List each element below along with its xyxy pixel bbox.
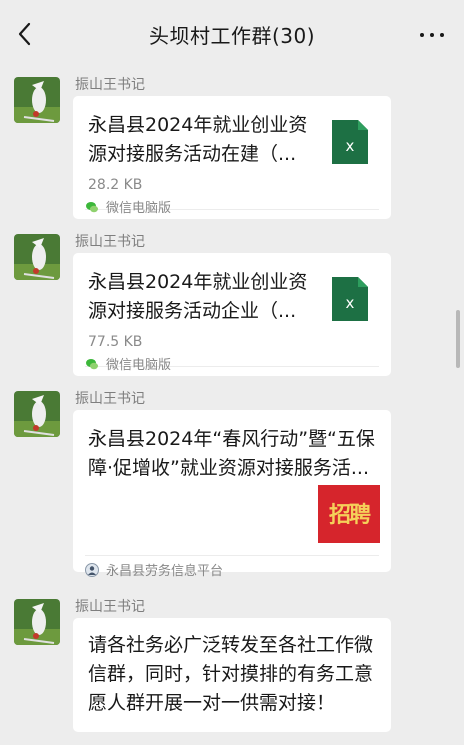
svg-text:x: x (346, 294, 355, 312)
platform-avatar-icon (85, 562, 99, 577)
message-text-line: 愿人群开展一对一供需对接！ (88, 692, 336, 714)
excel-icon: x (332, 277, 368, 321)
sender-name: 振山王书记 (75, 234, 145, 250)
article-title: 永昌县2024年“春风行动”暨“五保 障·促增收”就业资源对接服务活... (88, 425, 375, 483)
source-label: 永昌县劳务信息平台 (106, 564, 224, 579)
file-size: 28.2 KB (88, 177, 143, 193)
chat-title[interactable]: 头坝村工作群(30) (0, 20, 464, 49)
card-source: 永昌县劳务信息平台 (85, 560, 223, 579)
card-source: 微信电脑版 (85, 354, 171, 373)
article-title-line: 障·促增收”就业资源对接服务活... (88, 457, 370, 479)
file-title-line: 源对接服务活动在建（... (88, 143, 297, 165)
avatar[interactable] (14, 234, 60, 280)
file-title-line: 源对接服务活动企业（... (88, 300, 297, 322)
article-thumbnail: 招聘 (318, 485, 380, 543)
avatar[interactable] (14, 599, 60, 645)
file-title-line: 永昌县2024年就业创业资 (88, 114, 308, 136)
file-title: 永昌县2024年就业创业资 源对接服务活动企业（... (88, 268, 307, 326)
wechat-icon (86, 358, 98, 369)
avatar[interactable] (14, 391, 60, 437)
source-label: 微信电脑版 (106, 358, 172, 373)
source-label: 微信电脑版 (106, 201, 172, 216)
text-bubble[interactable]: 请各社务必广泛转发至各社工作微 信群，同时，针对摸排的有务工意 愿人群开展一对一… (73, 618, 391, 732)
wechat-icon (86, 201, 98, 212)
scrollbar[interactable] (456, 310, 460, 368)
sender-name: 振山王书记 (75, 391, 145, 407)
sender-name: 振山王书记 (75, 77, 145, 93)
article-title-line: 永昌县2024年“春风行动”暨“五保 (88, 428, 375, 450)
more-options-icon[interactable] (420, 24, 444, 44)
card-divider (85, 555, 379, 556)
message-text-line: 请各社务必广泛转发至各社工作微 (88, 634, 374, 656)
message-text-line: 信群，同时，针对摸排的有务工意 (88, 663, 374, 685)
nav-bar: 头坝村工作群(30) (0, 0, 464, 66)
avatar[interactable] (14, 77, 60, 123)
file-size: 77.5 KB (88, 334, 143, 350)
article-card[interactable]: 永昌县2024年“春风行动”暨“五保 障·促增收”就业资源对接服务活... 招聘 (73, 410, 391, 572)
file-title: 永昌县2024年就业创业资 源对接服务活动在建（... (88, 111, 307, 169)
thumbnail-text: 招聘 (328, 503, 371, 528)
excel-icon: x (332, 120, 368, 164)
card-source: 微信电脑版 (85, 197, 171, 216)
sender-name: 振山王书记 (75, 599, 145, 615)
file-title-line: 永昌县2024年就业创业资 (88, 271, 308, 293)
svg-text:x: x (346, 137, 355, 155)
message-text: 请各社务必广泛转发至各社工作微 信群，同时，针对摸排的有务工意 愿人群开展一对一… (88, 631, 388, 718)
